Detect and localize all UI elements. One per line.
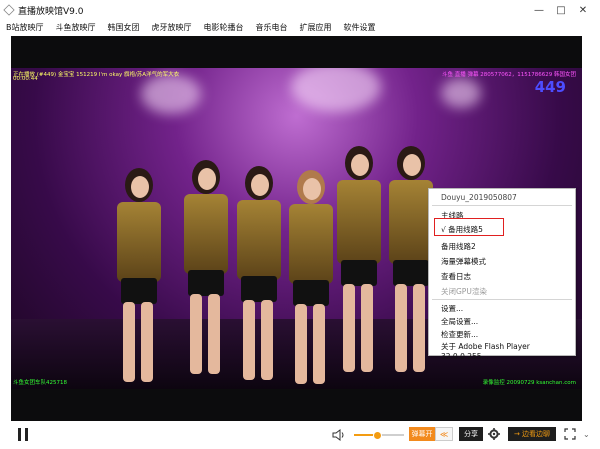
stage-light bbox=[141, 74, 201, 114]
stage-light bbox=[291, 68, 381, 112]
volume-knob[interactable] bbox=[372, 431, 382, 440]
bottom-right-caption: 录像监控 20090729 ksanchan.com bbox=[482, 380, 576, 386]
play-time-text: 00:00:44 bbox=[13, 76, 38, 82]
menu-huya[interactable]: 虎牙放映厅 bbox=[152, 22, 192, 33]
danmu-info-text: 斗鱼 直播 弹幕 280577062，1151786629 韩国女团 bbox=[442, 72, 576, 78]
collapse-danmu-button[interactable]: ≪ bbox=[435, 427, 453, 441]
menu-item-view-log[interactable]: 查看日志 bbox=[441, 271, 471, 282]
menu-item-global-settings[interactable]: 全局设置... bbox=[441, 316, 478, 327]
menu-music[interactable]: 音乐电台 bbox=[256, 22, 288, 33]
menu-separator bbox=[432, 299, 572, 300]
highlight-annotation-box bbox=[434, 218, 504, 236]
menu-bilibili[interactable]: B站放映厅 bbox=[6, 22, 44, 33]
performer bbox=[229, 166, 289, 386]
title-bar: 直播放映馆V9.0 — □ ✕ bbox=[0, 0, 600, 20]
maximize-button[interactable]: □ bbox=[550, 2, 572, 18]
close-button[interactable]: ✕ bbox=[572, 2, 594, 18]
chevron-down-icon[interactable]: ⌄ bbox=[583, 430, 591, 439]
danmu-toggle-button[interactable]: 弹幕开 bbox=[409, 427, 435, 441]
menu-movie[interactable]: 电影轮播台 bbox=[204, 22, 244, 33]
volume-slider[interactable] bbox=[354, 431, 404, 440]
bottom-left-caption: 斗鱼女团车队425718 bbox=[13, 380, 67, 386]
minimize-button[interactable]: — bbox=[528, 2, 550, 18]
watch-and-chat-button[interactable]: → 边看边聊 bbox=[508, 427, 556, 441]
menu-item-about-flash[interactable]: 关于 Adobe Flash Player 32.0.0.255... bbox=[441, 341, 575, 361]
control-bar: 弹幕开 ≪ 分享 → 边看边聊 ⌄ bbox=[0, 421, 600, 449]
window-controls: — □ ✕ bbox=[528, 0, 594, 20]
viewer-count: 449 bbox=[534, 78, 566, 96]
performer bbox=[176, 160, 236, 380]
menu-item-settings[interactable]: 设置... bbox=[441, 303, 463, 314]
stage-light bbox=[441, 78, 481, 108]
performer bbox=[329, 146, 389, 376]
context-menu: Douyu_2019050807 主线路 √ 备用线路5 备用线路2 海量弹幕模… bbox=[428, 188, 576, 361]
menu-extensions[interactable]: 扩展应用 bbox=[300, 22, 332, 33]
menu-settings[interactable]: 软件设置 bbox=[344, 22, 376, 33]
gear-icon[interactable] bbox=[488, 428, 500, 440]
menu-item-check-update[interactable]: 检查更新... bbox=[441, 329, 478, 340]
menu-item-backup-line-2[interactable]: 备用线路2 bbox=[441, 241, 476, 252]
menu-item-mass-danmu[interactable]: 海量弹幕模式 bbox=[441, 256, 486, 267]
menu-separator bbox=[432, 205, 572, 206]
menu-douyu[interactable]: 斗鱼放映厅 bbox=[56, 22, 96, 33]
app-icon bbox=[3, 4, 15, 16]
pause-icon[interactable] bbox=[17, 428, 29, 441]
menu-kgroup[interactable]: 韩国女团 bbox=[108, 22, 140, 33]
menu-bar: B站放映厅 斗鱼放映厅 韩国女团 虎牙放映厅 电影轮播台 音乐电台 扩展应用 软… bbox=[0, 20, 600, 34]
performer bbox=[109, 168, 169, 388]
window-title: 直播放映馆V9.0 bbox=[18, 6, 84, 17]
share-button[interactable]: 分享 bbox=[459, 427, 483, 441]
fullscreen-icon[interactable] bbox=[564, 428, 576, 440]
context-menu-header: Douyu_2019050807 bbox=[441, 193, 517, 202]
volume-icon[interactable] bbox=[332, 429, 346, 441]
menu-item-disable-gpu: 关闭GPU渲染 bbox=[441, 287, 487, 296]
